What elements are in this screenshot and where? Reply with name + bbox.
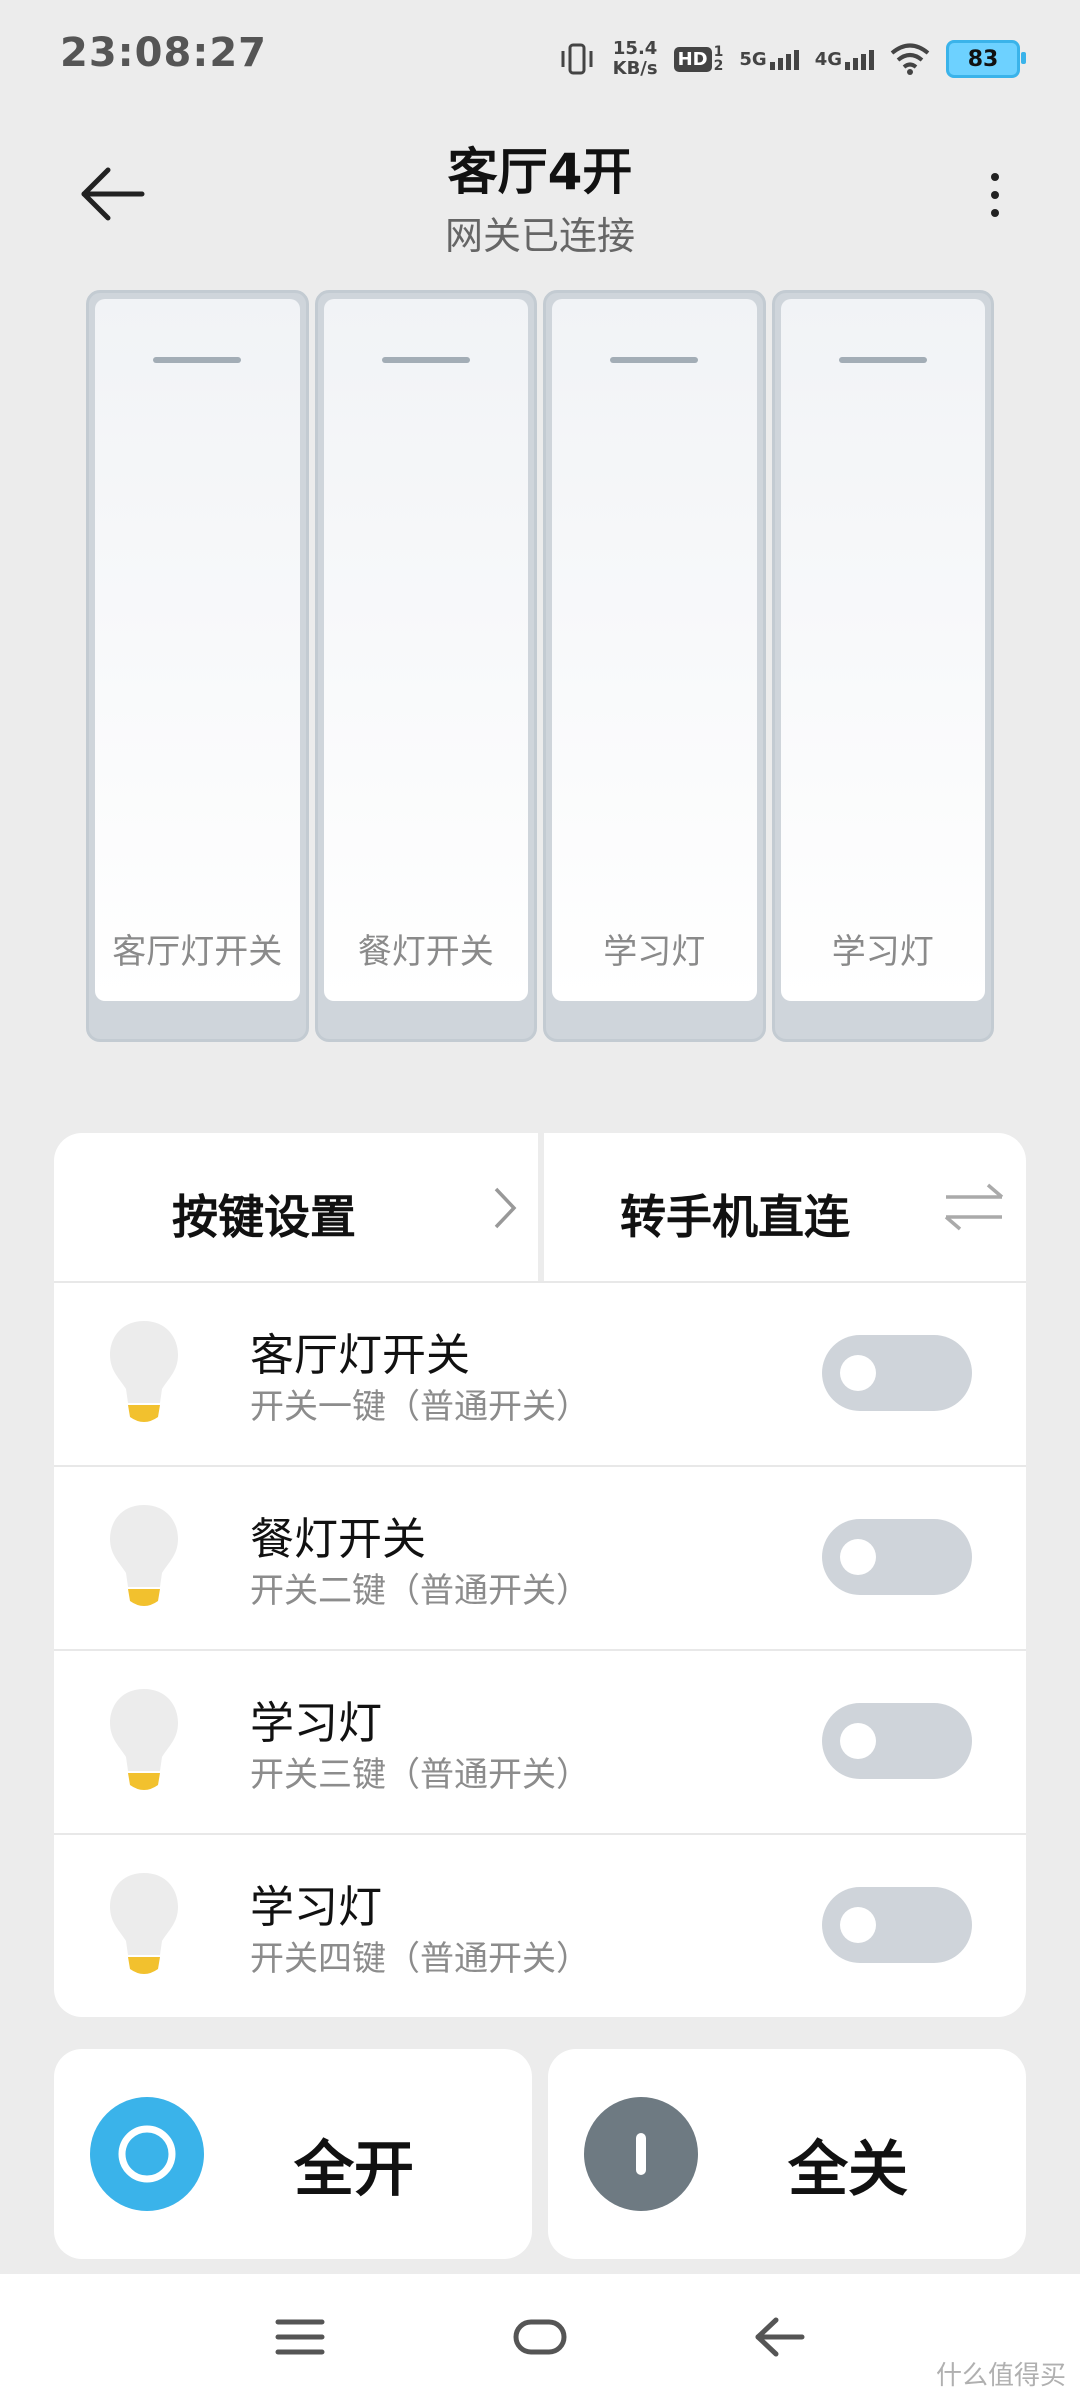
- card-top-actions: 按键设置 转手机直连: [54, 1133, 1026, 1283]
- switch-toggle[interactable]: [822, 1519, 972, 1595]
- switch-name: 学习灯: [250, 1882, 382, 1933]
- toggle-knob: [840, 1355, 876, 1391]
- key-settings-card: 按键设置 转手机直连 客厅灯开关 开关一键（普通开关） 餐灯开关 开关二键（普通…: [54, 1133, 1026, 2017]
- switch-row: 学习灯 开关三键（普通开关）: [54, 1651, 1026, 1835]
- toggle-knob: [840, 1723, 876, 1759]
- light-bulb-icon: [110, 1873, 178, 1974]
- hd-sub-top: 1: [713, 44, 724, 60]
- more-dot-icon: [991, 173, 999, 181]
- rocker-label: 餐灯开关: [357, 932, 494, 972]
- switch-toggle[interactable]: [822, 1335, 972, 1411]
- hd-volte-icon: HD 1 2: [673, 44, 724, 74]
- rocker-label: 学习灯: [603, 932, 706, 972]
- switch-row: 客厅灯开关 开关一键（普通开关）: [54, 1283, 1026, 1467]
- rocker-label: 学习灯: [831, 932, 934, 972]
- wifi-icon: [890, 43, 930, 75]
- hd-sub-bottom: 2: [713, 58, 724, 74]
- power-on-icon: [90, 2097, 204, 2211]
- page-title: 客厅4开: [447, 143, 633, 201]
- battery-level: 83: [967, 46, 999, 72]
- light-bulb-icon: [110, 1505, 178, 1606]
- key-settings-button[interactable]: 按键设置: [54, 1133, 540, 1281]
- direct-connect-label: 转手机直连: [620, 1190, 850, 1244]
- rocker-key-3[interactable]: 学习灯: [543, 290, 766, 1042]
- signal-5g-icon: 5G: [739, 48, 799, 70]
- rocker-face: 客厅灯开关: [95, 299, 300, 1001]
- toggle-knob: [840, 1539, 876, 1575]
- light-bulb-icon: [110, 1321, 178, 1422]
- status-icons: 15.4 KB/s HD 1 2 5G 4G 83: [557, 34, 1026, 84]
- rocker-face: 学习灯: [780, 299, 985, 1001]
- switch-description: 开关四键（普通开关）: [250, 1939, 590, 1979]
- signal-5g-label: 5G: [739, 48, 767, 70]
- ring-icon: [118, 2125, 176, 2183]
- switch-description: 开关三键（普通开关）: [250, 1755, 590, 1795]
- switch-row: 餐灯开关 开关二键（普通开关）: [54, 1467, 1026, 1651]
- rocker-indicator: [381, 357, 470, 363]
- rocker-indicator: [838, 357, 927, 363]
- rocker-key-2[interactable]: 餐灯开关: [314, 290, 537, 1042]
- all-on-button[interactable]: 全开: [54, 2049, 532, 2259]
- status-time: 23:08:27: [60, 30, 267, 76]
- toggle-knob: [840, 1907, 876, 1943]
- switch-name: 客厅灯开关: [250, 1330, 470, 1381]
- signal-4g-label: 4G: [814, 48, 842, 70]
- back-icon[interactable]: [750, 2312, 810, 2362]
- swap-arrows-icon: [944, 1183, 1004, 1231]
- home-icon[interactable]: [510, 2312, 570, 2362]
- signal-4g-icon: 4G: [815, 49, 874, 70]
- hd-label: HD: [673, 46, 712, 72]
- rocker-key-4[interactable]: 学习灯: [771, 290, 994, 1042]
- more-options-button[interactable]: [960, 160, 1030, 230]
- battery-icon: 83: [946, 40, 1026, 78]
- rocker-label: 客厅灯开关: [112, 932, 283, 972]
- key-settings-label: 按键设置: [172, 1190, 356, 1244]
- network-speed: 15.4 KB/s: [613, 39, 658, 79]
- switch-row: 学习灯 开关四键（普通开关）: [54, 1835, 1026, 2017]
- network-speed-unit: KB/s: [612, 58, 658, 79]
- more-dot-icon: [991, 209, 999, 217]
- page-subtitle: 网关已连接: [444, 214, 635, 258]
- rocker-indicator: [610, 357, 699, 363]
- menu-icon[interactable]: [270, 2312, 330, 2362]
- network-speed-value: 15.4: [612, 38, 658, 59]
- light-bulb-icon: [110, 1689, 178, 1790]
- rocker-indicator: [153, 357, 242, 363]
- power-off-icon: [584, 2097, 698, 2211]
- chevron-right-icon: [494, 1187, 517, 1229]
- switch-panel: 客厅灯开关 餐灯开关 学习灯 学习灯: [86, 290, 994, 1042]
- all-on-label: 全开: [294, 2135, 414, 2205]
- vibrate-icon: [561, 43, 593, 75]
- all-off-button[interactable]: 全关: [548, 2049, 1026, 2259]
- switch-toggle[interactable]: [822, 1887, 972, 1963]
- switch-toggle[interactable]: [822, 1703, 972, 1779]
- system-nav-bar: 什么值得买: [0, 2274, 1080, 2400]
- bar-icon: [636, 2133, 646, 2175]
- switch-name: 餐灯开关: [250, 1514, 426, 1565]
- switch-description: 开关一键（普通开关）: [250, 1387, 590, 1427]
- rocker-face: 餐灯开关: [323, 299, 528, 1001]
- rocker-key-1[interactable]: 客厅灯开关: [86, 290, 309, 1042]
- rocker-face: 学习灯: [552, 299, 757, 1001]
- switch-name: 学习灯: [250, 1698, 382, 1749]
- watermark: 什么值得买: [935, 2361, 1066, 2391]
- direct-connect-button[interactable]: 转手机直连: [540, 1133, 1026, 1281]
- all-off-label: 全关: [788, 2135, 908, 2205]
- divider: [538, 1133, 544, 1281]
- more-dot-icon: [991, 191, 999, 199]
- switch-description: 开关二键（普通开关）: [250, 1571, 590, 1611]
